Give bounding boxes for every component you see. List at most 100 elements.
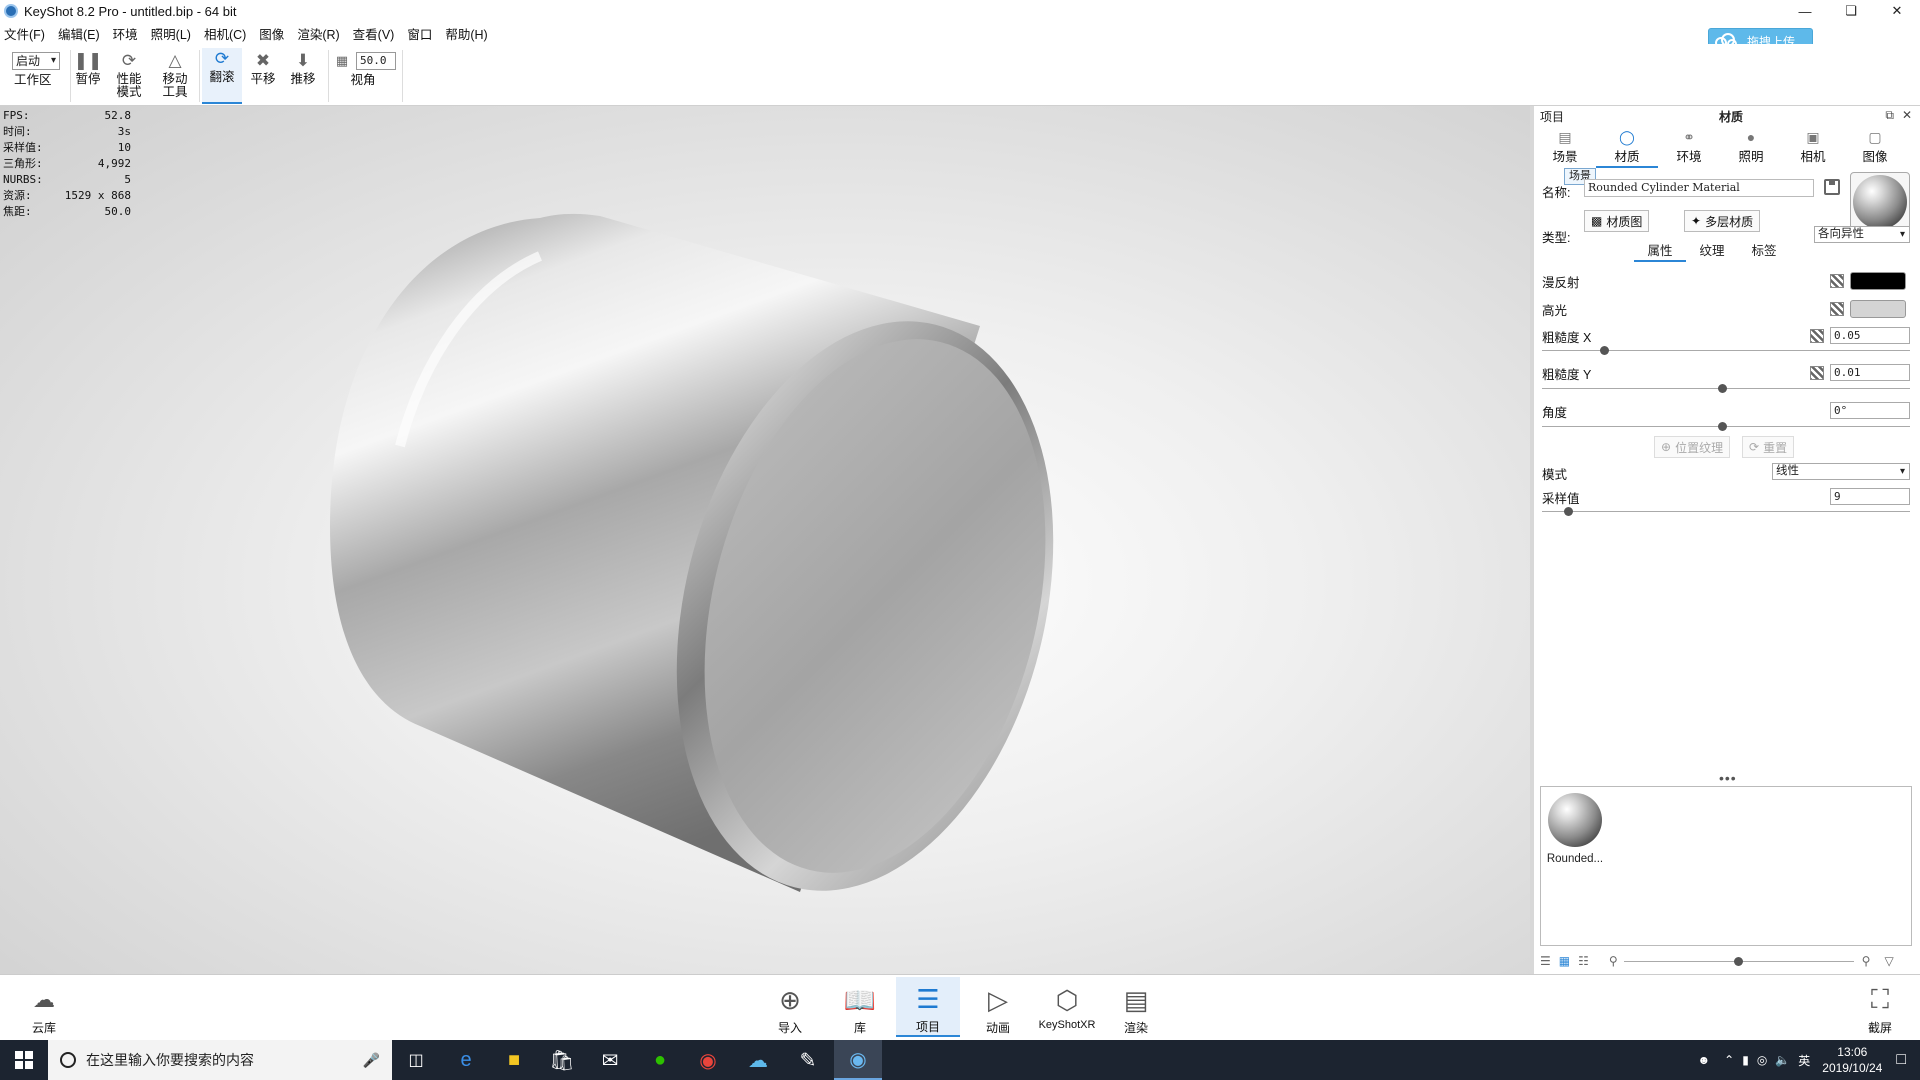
people-icon[interactable]: ☻ bbox=[1698, 1053, 1711, 1067]
menu-view[interactable]: 查看(V) bbox=[353, 24, 395, 43]
menu-camera[interactable]: 相机(C) bbox=[204, 24, 246, 43]
store-icon[interactable]: 🛍 bbox=[538, 1040, 586, 1080]
minimize-button[interactable]: — bbox=[1782, 0, 1828, 22]
thumbnail-size-handle[interactable] bbox=[1733, 956, 1743, 966]
render-viewport[interactable]: FPS: 52.8 时间: 3s 采样值: 10 三角形: 4,992 NURBS: 5 … bbox=[0, 106, 1530, 974]
library-button[interactable]: 📖 库 bbox=[828, 977, 892, 1037]
roughness-x-input[interactable]: 0.05 bbox=[1830, 327, 1910, 344]
system-clock[interactable]: 13:06 2019/10/24 bbox=[1822, 1044, 1882, 1076]
library-material-item[interactable]: Rounded... bbox=[1545, 791, 1605, 865]
tab-environment[interactable]: ⚭ 环境 bbox=[1658, 128, 1720, 168]
cloud-library-button[interactable]: ☁ 云库 bbox=[12, 977, 76, 1037]
zoom-in-icon[interactable]: ⚲ bbox=[1862, 954, 1871, 968]
volume-icon[interactable]: 🔈 bbox=[1775, 1053, 1790, 1067]
screenshot-button[interactable]: ⛶ 截屏 bbox=[1848, 977, 1912, 1037]
filter-icon[interactable]: ▽ bbox=[1884, 954, 1893, 968]
roughness-y-texture-icon[interactable] bbox=[1810, 366, 1824, 380]
tab-image[interactable]: ▢ 图像 bbox=[1844, 128, 1906, 168]
task-view-button[interactable]: ◫ bbox=[392, 1040, 440, 1080]
menu-edit[interactable]: 编辑(E) bbox=[58, 24, 100, 43]
tree-view-icon[interactable]: ☷ bbox=[1578, 954, 1589, 968]
project-button[interactable]: ☰ 项目 bbox=[896, 977, 960, 1037]
field-of-view-input[interactable]: 50.0 bbox=[356, 52, 396, 70]
taskbar-search-box[interactable]: 在这里输入你要搜索的内容 🎤 bbox=[48, 1040, 392, 1080]
dolly-button[interactable]: ⬇ 推移 bbox=[286, 50, 320, 106]
roughness-x-slider-track[interactable] bbox=[1542, 350, 1910, 351]
diffuse-color-swatch[interactable] bbox=[1850, 272, 1906, 290]
menu-file[interactable]: 文件(F) bbox=[4, 24, 45, 43]
edge-browser-icon[interactable]: e bbox=[442, 1040, 490, 1080]
network-icon[interactable]: ◎ bbox=[1757, 1053, 1767, 1067]
position-texture-button[interactable]: ⊕ 位置纹理 bbox=[1654, 436, 1731, 458]
menu-render[interactable]: 渲染(R) bbox=[297, 24, 339, 43]
animation-button[interactable]: ▷ 动画 bbox=[966, 977, 1030, 1037]
import-button[interactable]: ⊕ 导入 bbox=[758, 977, 822, 1037]
grid-view-icon[interactable]: ▦ bbox=[1559, 954, 1570, 968]
diffuse-texture-icon[interactable] bbox=[1830, 274, 1844, 288]
tab-material[interactable]: ◯ 材质 bbox=[1596, 128, 1658, 168]
specular-texture-icon[interactable] bbox=[1830, 302, 1844, 316]
angle-slider-handle[interactable] bbox=[1718, 422, 1727, 431]
zoom-out-icon[interactable]: ⚲ bbox=[1609, 954, 1618, 968]
tab-scene[interactable]: ▤ 场景 bbox=[1534, 128, 1596, 168]
keyshotxr-button[interactable]: ⬡ KeyShotXR bbox=[1036, 977, 1098, 1037]
wechat-icon[interactable]: ● bbox=[636, 1040, 684, 1080]
tab-lighting[interactable]: ● 照明 bbox=[1720, 128, 1782, 168]
performance-mode-button[interactable]: ⟳ 性能 模式 bbox=[112, 50, 146, 106]
material-type-select[interactable]: 各向异性 bbox=[1814, 226, 1910, 243]
stat-resolution: 资源: 1529 x 868 bbox=[3, 189, 131, 202]
reset-button[interactable]: ⟳ 重置 bbox=[1742, 436, 1795, 458]
start-button[interactable] bbox=[0, 1040, 48, 1080]
battery-icon[interactable]: ▮ bbox=[1742, 1053, 1749, 1067]
material-graph-button[interactable]: ▩ 材质图 bbox=[1584, 210, 1650, 232]
subtab-labels[interactable]: 标签 bbox=[1738, 242, 1790, 262]
samples-input[interactable]: 9 bbox=[1830, 488, 1910, 505]
menu-window[interactable]: 窗口 bbox=[407, 24, 432, 43]
material-name-input[interactable]: Rounded Cylinder Material bbox=[1584, 179, 1814, 197]
input-method-indicator[interactable]: 英 bbox=[1798, 1052, 1810, 1069]
multi-material-button[interactable]: ✦ 多层材质 bbox=[1684, 210, 1761, 232]
render-button[interactable]: ▤ 渲染 bbox=[1104, 977, 1168, 1037]
show-hidden-icons[interactable]: ⌃ bbox=[1724, 1053, 1734, 1067]
tumble-button[interactable]: ⟳ 翻滚 bbox=[202, 48, 242, 104]
keyshot-taskbar-icon[interactable]: ◉ bbox=[834, 1040, 882, 1080]
material-preview[interactable] bbox=[1850, 172, 1910, 232]
list-view-icon[interactable]: ☰ bbox=[1540, 954, 1551, 968]
samples-slider-track[interactable] bbox=[1542, 511, 1910, 512]
pan-button[interactable]: ✖ 平移 bbox=[246, 50, 280, 106]
mode-select[interactable]: 线性 bbox=[1772, 463, 1910, 480]
workspace-select[interactable]: 启动 bbox=[12, 52, 60, 70]
restore-button[interactable]: ❏ bbox=[1828, 0, 1874, 22]
cloud-app-icon[interactable]: ☁ bbox=[734, 1040, 782, 1080]
menu-image[interactable]: 图像 bbox=[259, 24, 284, 43]
close-window-button[interactable]: ✕ bbox=[1874, 0, 1920, 22]
menu-environment[interactable]: 环境 bbox=[113, 24, 138, 43]
save-material-icon[interactable] bbox=[1824, 179, 1840, 195]
pause-button[interactable]: ❚❚ 暂停 bbox=[72, 50, 104, 106]
microphone-icon[interactable]: 🎤 bbox=[363, 1052, 380, 1069]
rounded-cylinder-model[interactable] bbox=[0, 106, 1530, 974]
chrome-icon[interactable]: ◉ bbox=[684, 1040, 732, 1080]
specular-color-swatch[interactable] bbox=[1850, 300, 1906, 318]
paint-icon[interactable]: ✎ bbox=[784, 1040, 832, 1080]
panel-header-left: 项目 bbox=[1540, 109, 1565, 124]
roughness-y-slider-handle[interactable] bbox=[1718, 384, 1727, 393]
action-center-icon[interactable]: □ bbox=[1896, 1051, 1906, 1069]
subtab-properties[interactable]: 属性 bbox=[1634, 242, 1686, 262]
angle-input[interactable]: 0° bbox=[1830, 402, 1910, 419]
tab-camera[interactable]: ▣ 相机 bbox=[1782, 128, 1844, 168]
menu-help[interactable]: 帮助(H) bbox=[445, 24, 487, 43]
close-panel-icon[interactable]: ✕ bbox=[1902, 108, 1912, 123]
move-tool-button[interactable]: △ 移动 工具 bbox=[158, 50, 192, 106]
thumbnail-size-slider[interactable] bbox=[1623, 956, 1854, 966]
roughness-y-input[interactable]: 0.01 bbox=[1830, 364, 1910, 381]
subtab-textures[interactable]: 纹理 bbox=[1686, 242, 1738, 262]
splitter-handle[interactable]: ••• bbox=[1719, 770, 1737, 786]
menu-lighting[interactable]: 照明(L) bbox=[151, 24, 191, 43]
roughness-x-texture-icon[interactable] bbox=[1810, 329, 1824, 343]
roughness-x-slider-handle[interactable] bbox=[1600, 346, 1609, 355]
samples-slider-handle[interactable] bbox=[1564, 507, 1573, 516]
mail-icon[interactable]: ✉ bbox=[586, 1040, 634, 1080]
undock-icon[interactable]: ⧉ bbox=[1885, 108, 1894, 123]
file-explorer-icon[interactable]: ■ bbox=[490, 1040, 538, 1080]
